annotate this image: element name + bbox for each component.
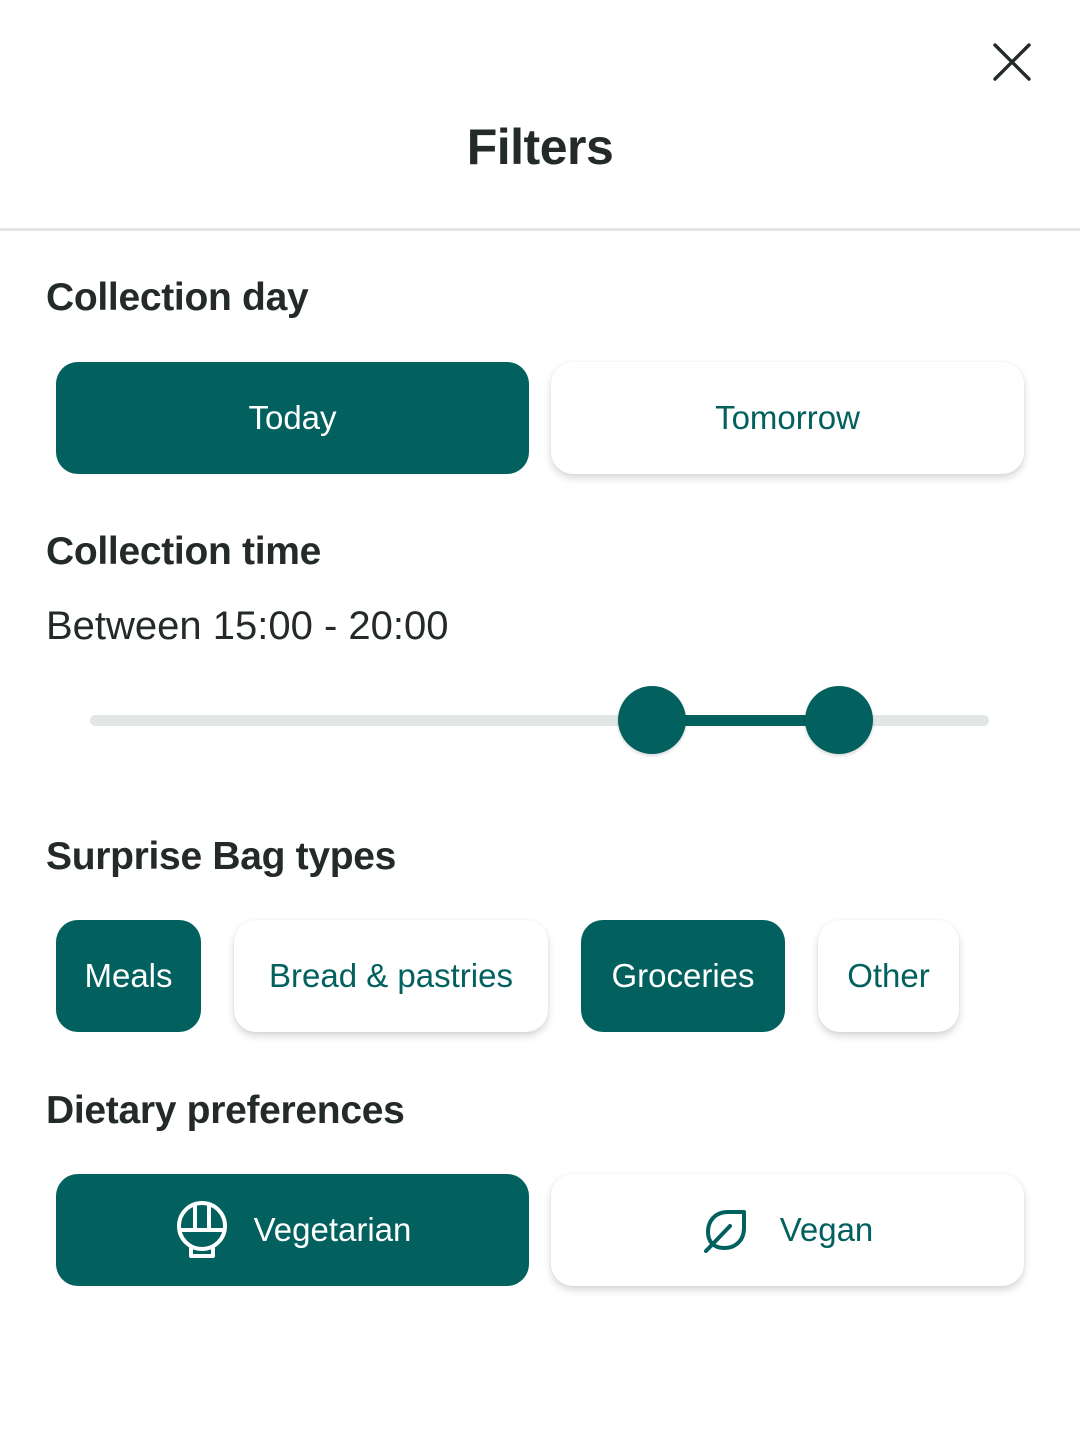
close-button[interactable] xyxy=(986,36,1038,88)
dietary-option-label: Vegetarian xyxy=(253,1211,412,1248)
dietary-option-vegetarian[interactable]: Vegetarian xyxy=(56,1174,529,1286)
dietary-option-vegan[interactable]: Vegan xyxy=(551,1174,1024,1286)
collection-day-title: Collection day xyxy=(46,276,309,319)
filters-sheet: Filters Collection day Today Tomorrow Co… xyxy=(0,0,1080,1445)
header-divider xyxy=(0,228,1080,231)
close-icon xyxy=(993,43,1031,81)
dietary-title: Dietary preferences xyxy=(46,1089,405,1132)
bag-type-groceries[interactable]: Groceries xyxy=(581,920,785,1032)
day-option-tomorrow[interactable]: Tomorrow xyxy=(551,362,1024,474)
bag-type-other[interactable]: Other xyxy=(818,920,959,1032)
page-title: Filters xyxy=(466,119,614,175)
bag-type-label: Bread & pastries xyxy=(269,957,513,994)
collection-time-title: Collection time xyxy=(46,530,322,573)
bag-type-bread-pastries[interactable]: Bread & pastries xyxy=(234,920,548,1032)
bag-types-title: Surprise Bag types xyxy=(46,835,397,878)
day-option-today[interactable]: Today xyxy=(56,362,529,474)
leaf-icon xyxy=(702,1206,750,1254)
bag-type-meals[interactable]: Meals xyxy=(56,920,201,1032)
slider-end-handle[interactable] xyxy=(805,686,874,754)
time-range-slider[interactable] xyxy=(90,686,989,756)
day-option-label: Tomorrow xyxy=(715,399,860,436)
bag-type-label: Other xyxy=(847,957,930,994)
day-option-label: Today xyxy=(248,399,337,436)
bowl-icon xyxy=(174,1201,230,1259)
bag-type-label: Meals xyxy=(84,957,173,994)
time-range-summary: Between 15:00 - 20:00 xyxy=(46,604,449,648)
slider-start-handle[interactable] xyxy=(617,686,686,754)
bag-type-label: Groceries xyxy=(611,957,755,994)
dietary-option-label: Vegan xyxy=(779,1211,874,1248)
